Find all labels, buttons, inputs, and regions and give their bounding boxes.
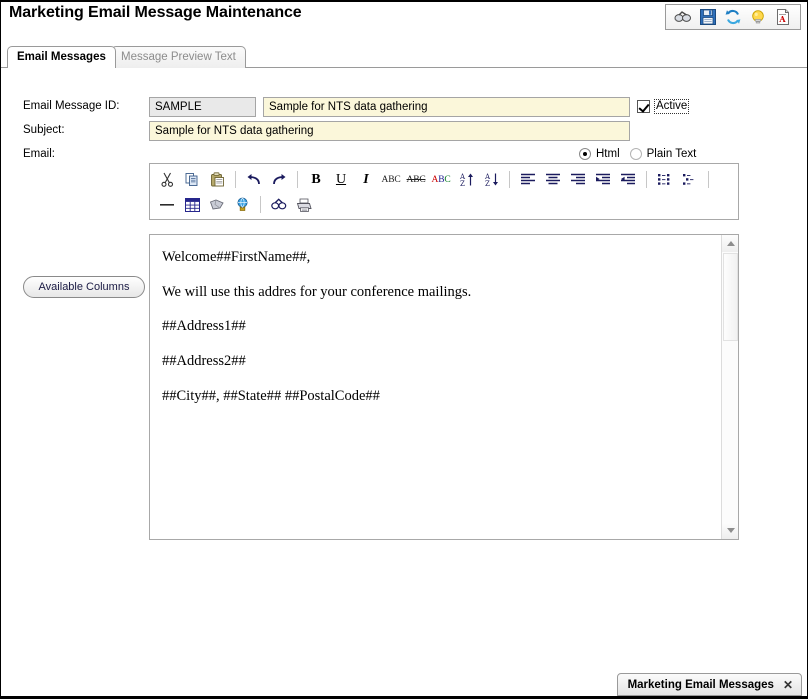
email-message-id-input[interactable] [149, 97, 256, 117]
cut-icon[interactable] [156, 169, 178, 190]
radio-icon [579, 148, 591, 160]
active-checkbox-label: Active [654, 99, 690, 114]
align-right-icon[interactable] [567, 169, 589, 190]
bulleted-list-icon[interactable] [654, 169, 676, 190]
indent-icon[interactable] [592, 169, 614, 190]
email-format-radio-group: Html Plain Text [579, 148, 696, 160]
align-center-icon[interactable] [542, 169, 564, 190]
email-body-line: ##Address1## [162, 318, 246, 335]
radio-plain-text-label: Plain Text [646, 148, 697, 160]
radio-plain-text[interactable]: Plain Text [629, 148, 697, 160]
application-window: Marketing Email Message Maintenance A Em… [0, 0, 808, 699]
taskbar: Marketing Email Messages ✕ [1, 671, 807, 698]
page-title: Marketing Email Message Maintenance [9, 4, 302, 21]
taskbar-item-marketing-email-messages[interactable]: Marketing Email Messages ✕ [616, 673, 802, 696]
outdent-icon[interactable] [617, 169, 639, 190]
save-icon[interactable] [699, 8, 717, 26]
scrollbar-thumb[interactable] [723, 253, 738, 341]
toolbar-separator [509, 171, 510, 188]
taskbar-item-label: Marketing Email Messages [627, 678, 774, 691]
strikethrough-icon[interactable]: ABC [405, 169, 427, 190]
toolbar-separator [260, 196, 261, 213]
editor-toolbar-row-2 [156, 192, 738, 217]
copy-icon[interactable] [181, 169, 203, 190]
email-body-line: ##City##, ##State## ##PostalCode## [162, 387, 380, 404]
bold-icon[interactable]: B [305, 169, 327, 190]
insert-table-icon[interactable] [181, 194, 203, 215]
email-message-name-input[interactable] [263, 97, 630, 117]
search-icon[interactable] [674, 8, 692, 26]
find-icon[interactable] [268, 194, 290, 215]
scroll-up-arrow-icon[interactable] [722, 235, 738, 252]
toolbar-separator [708, 171, 709, 188]
subject-input[interactable] [149, 121, 630, 141]
insert-hyperlink-icon[interactable] [231, 194, 253, 215]
label-email-message-id: Email Message ID: [23, 100, 120, 112]
underline-icon[interactable]: U [330, 169, 352, 190]
svg-text:Z: Z [460, 180, 465, 187]
toolbar-separator [235, 171, 236, 188]
lightbulb-icon[interactable] [749, 8, 767, 26]
horizontal-rule-icon[interactable] [156, 194, 178, 215]
scroll-down-arrow-icon[interactable] [722, 522, 738, 539]
svg-text:Z: Z [485, 180, 490, 187]
tab-email-messages[interactable]: Email Messages [7, 46, 116, 68]
email-body-line: We will use this addres for your confere… [162, 283, 472, 300]
spellcheck-icon[interactable]: ABC [380, 169, 402, 190]
radio-icon [629, 148, 642, 160]
font-color-icon[interactable]: ABC [430, 169, 452, 190]
editor-toolbar: B U I ABC ABC ABC A Z A Z [149, 163, 739, 220]
email-body-line: Welcome##FirstName##, [162, 249, 311, 265]
sort-ascending-icon[interactable]: A Z [455, 169, 477, 190]
italic-icon[interactable]: I [355, 169, 377, 190]
close-icon[interactable]: ✕ [783, 679, 793, 691]
editor-toolbar-row-1: B U I ABC ABC ABC A Z A Z [156, 167, 738, 192]
email-body-text[interactable]: Welcome##FirstName##, We will use this a… [150, 235, 721, 539]
top-toolbar: A [665, 4, 801, 30]
label-email: Email: [23, 148, 55, 160]
svg-text:A: A [778, 14, 786, 24]
email-body-editor[interactable]: Welcome##FirstName##, We will use this a… [149, 234, 739, 540]
redo-icon[interactable] [268, 169, 290, 190]
checkbox-icon [637, 100, 650, 113]
toolbar-separator [646, 171, 647, 188]
email-body-line: ##Address2## [162, 353, 246, 370]
paste-icon[interactable] [206, 169, 228, 190]
editor-vertical-scrollbar[interactable] [721, 235, 738, 539]
align-left-icon[interactable] [517, 169, 539, 190]
report-icon[interactable]: A [774, 8, 792, 26]
print-icon[interactable] [293, 194, 315, 215]
undo-icon[interactable] [243, 169, 265, 190]
insert-shape-icon[interactable] [206, 194, 228, 215]
numbered-list-icon[interactable] [679, 169, 701, 190]
radio-html-label: Html [596, 148, 620, 160]
radio-html[interactable]: Html [579, 148, 620, 160]
active-checkbox[interactable]: Active [637, 99, 690, 114]
label-subject: Subject: [23, 124, 65, 136]
sort-descending-icon[interactable]: A Z [480, 169, 502, 190]
refresh-icon[interactable] [724, 8, 742, 26]
available-columns-button[interactable]: Available Columns [23, 276, 145, 298]
tab-message-preview-text[interactable]: Message Preview Text [111, 46, 246, 68]
tabstrip: Email Messages Message Preview Text [1, 46, 807, 68]
toolbar-separator [297, 171, 298, 188]
